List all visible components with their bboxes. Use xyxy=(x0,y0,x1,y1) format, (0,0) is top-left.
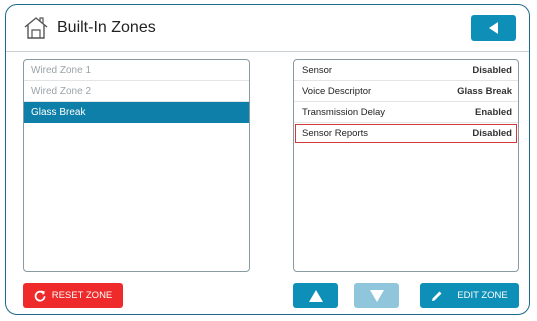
detail-label: Transmission Delay xyxy=(302,107,386,118)
detail-label: Voice Descriptor xyxy=(302,86,372,97)
zone-item-glass-break[interactable]: Glass Break xyxy=(24,102,249,123)
up-arrow-icon xyxy=(308,289,323,302)
down-arrow-icon xyxy=(369,289,384,302)
home-icon xyxy=(24,17,48,39)
reset-zone-label: RESET ZONE xyxy=(51,290,113,301)
zone-item-wired-zone-2[interactable]: Wired Zone 2 xyxy=(24,81,249,102)
back-arrow-icon xyxy=(488,22,498,34)
back-button[interactable] xyxy=(471,15,516,41)
detail-value: Disabled xyxy=(472,65,512,76)
zone-item-wired-zone-1[interactable]: Wired Zone 1 xyxy=(24,60,249,81)
zone-details: Sensor Disabled Voice Descriptor Glass B… xyxy=(293,59,519,272)
zone-list: Wired Zone 1 Wired Zone 2 Glass Break xyxy=(23,59,250,272)
detail-label: Sensor Reports xyxy=(302,128,369,139)
reset-icon xyxy=(34,290,46,301)
edit-zone-button[interactable]: EDIT ZONE xyxy=(420,283,519,308)
detail-value: Enabled xyxy=(475,107,512,118)
reset-zone-button[interactable]: RESET ZONE xyxy=(23,283,123,308)
header-bar: Built-In Zones xyxy=(6,5,529,52)
detail-row-sensor-reports[interactable]: Sensor Reports Disabled xyxy=(294,123,518,144)
move-down-button[interactable] xyxy=(354,283,399,308)
page-title: Built-In Zones xyxy=(57,19,156,36)
move-up-button[interactable] xyxy=(293,283,338,308)
detail-value: Glass Break xyxy=(457,86,512,97)
detail-row-transmission-delay[interactable]: Transmission Delay Enabled xyxy=(294,102,518,123)
detail-label: Sensor xyxy=(302,65,333,76)
detail-value: Disabled xyxy=(472,128,512,139)
detail-row-voice-descriptor[interactable]: Voice Descriptor Glass Break xyxy=(294,81,518,102)
pencil-icon xyxy=(432,291,442,301)
edit-zone-label: EDIT ZONE xyxy=(457,290,508,301)
detail-row-sensor[interactable]: Sensor Disabled xyxy=(294,60,518,81)
